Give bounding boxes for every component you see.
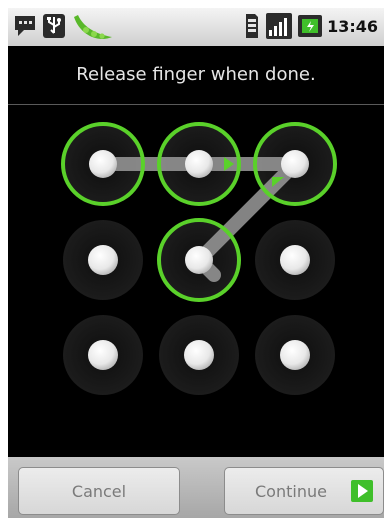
talk-notification-icon xyxy=(15,16,35,36)
unlock-pattern-grid[interactable] xyxy=(8,105,384,461)
pattern-dot-7[interactable] xyxy=(88,340,118,370)
pattern-canvas[interactable] xyxy=(8,105,384,461)
pattern-dot-5[interactable] xyxy=(185,246,213,274)
continue-button[interactable]: Continue xyxy=(224,467,384,515)
instruction-text: Release finger when done. xyxy=(76,64,316,85)
status-bar: 13:46 xyxy=(8,8,384,46)
battery-icon xyxy=(298,15,322,37)
signal-icon xyxy=(266,13,292,39)
instruction-header: Release finger when done. xyxy=(8,46,384,105)
screen-frame: 13:46 Release finger when done. Cancel C… xyxy=(8,8,384,518)
pattern-dot-8[interactable] xyxy=(184,340,214,370)
pea-pod-icon xyxy=(74,15,112,39)
usb-icon xyxy=(43,14,65,38)
sim-icon xyxy=(246,14,258,38)
cancel-button[interactable]: Cancel xyxy=(18,467,180,515)
pattern-dot-3[interactable] xyxy=(281,150,309,178)
cancel-button-label: Cancel xyxy=(71,482,127,501)
button-bar: Cancel Continue xyxy=(8,457,384,518)
continue-button-label: Continue xyxy=(255,482,327,501)
pattern-dot-6[interactable] xyxy=(280,245,310,275)
status-clock: 13:46 xyxy=(327,17,378,36)
pattern-dot-2[interactable] xyxy=(185,150,213,178)
forward-arrow-icon xyxy=(351,480,373,502)
pattern-dot-1[interactable] xyxy=(89,150,117,178)
pattern-dot-4[interactable] xyxy=(88,245,118,275)
pattern-dot-9[interactable] xyxy=(280,340,310,370)
